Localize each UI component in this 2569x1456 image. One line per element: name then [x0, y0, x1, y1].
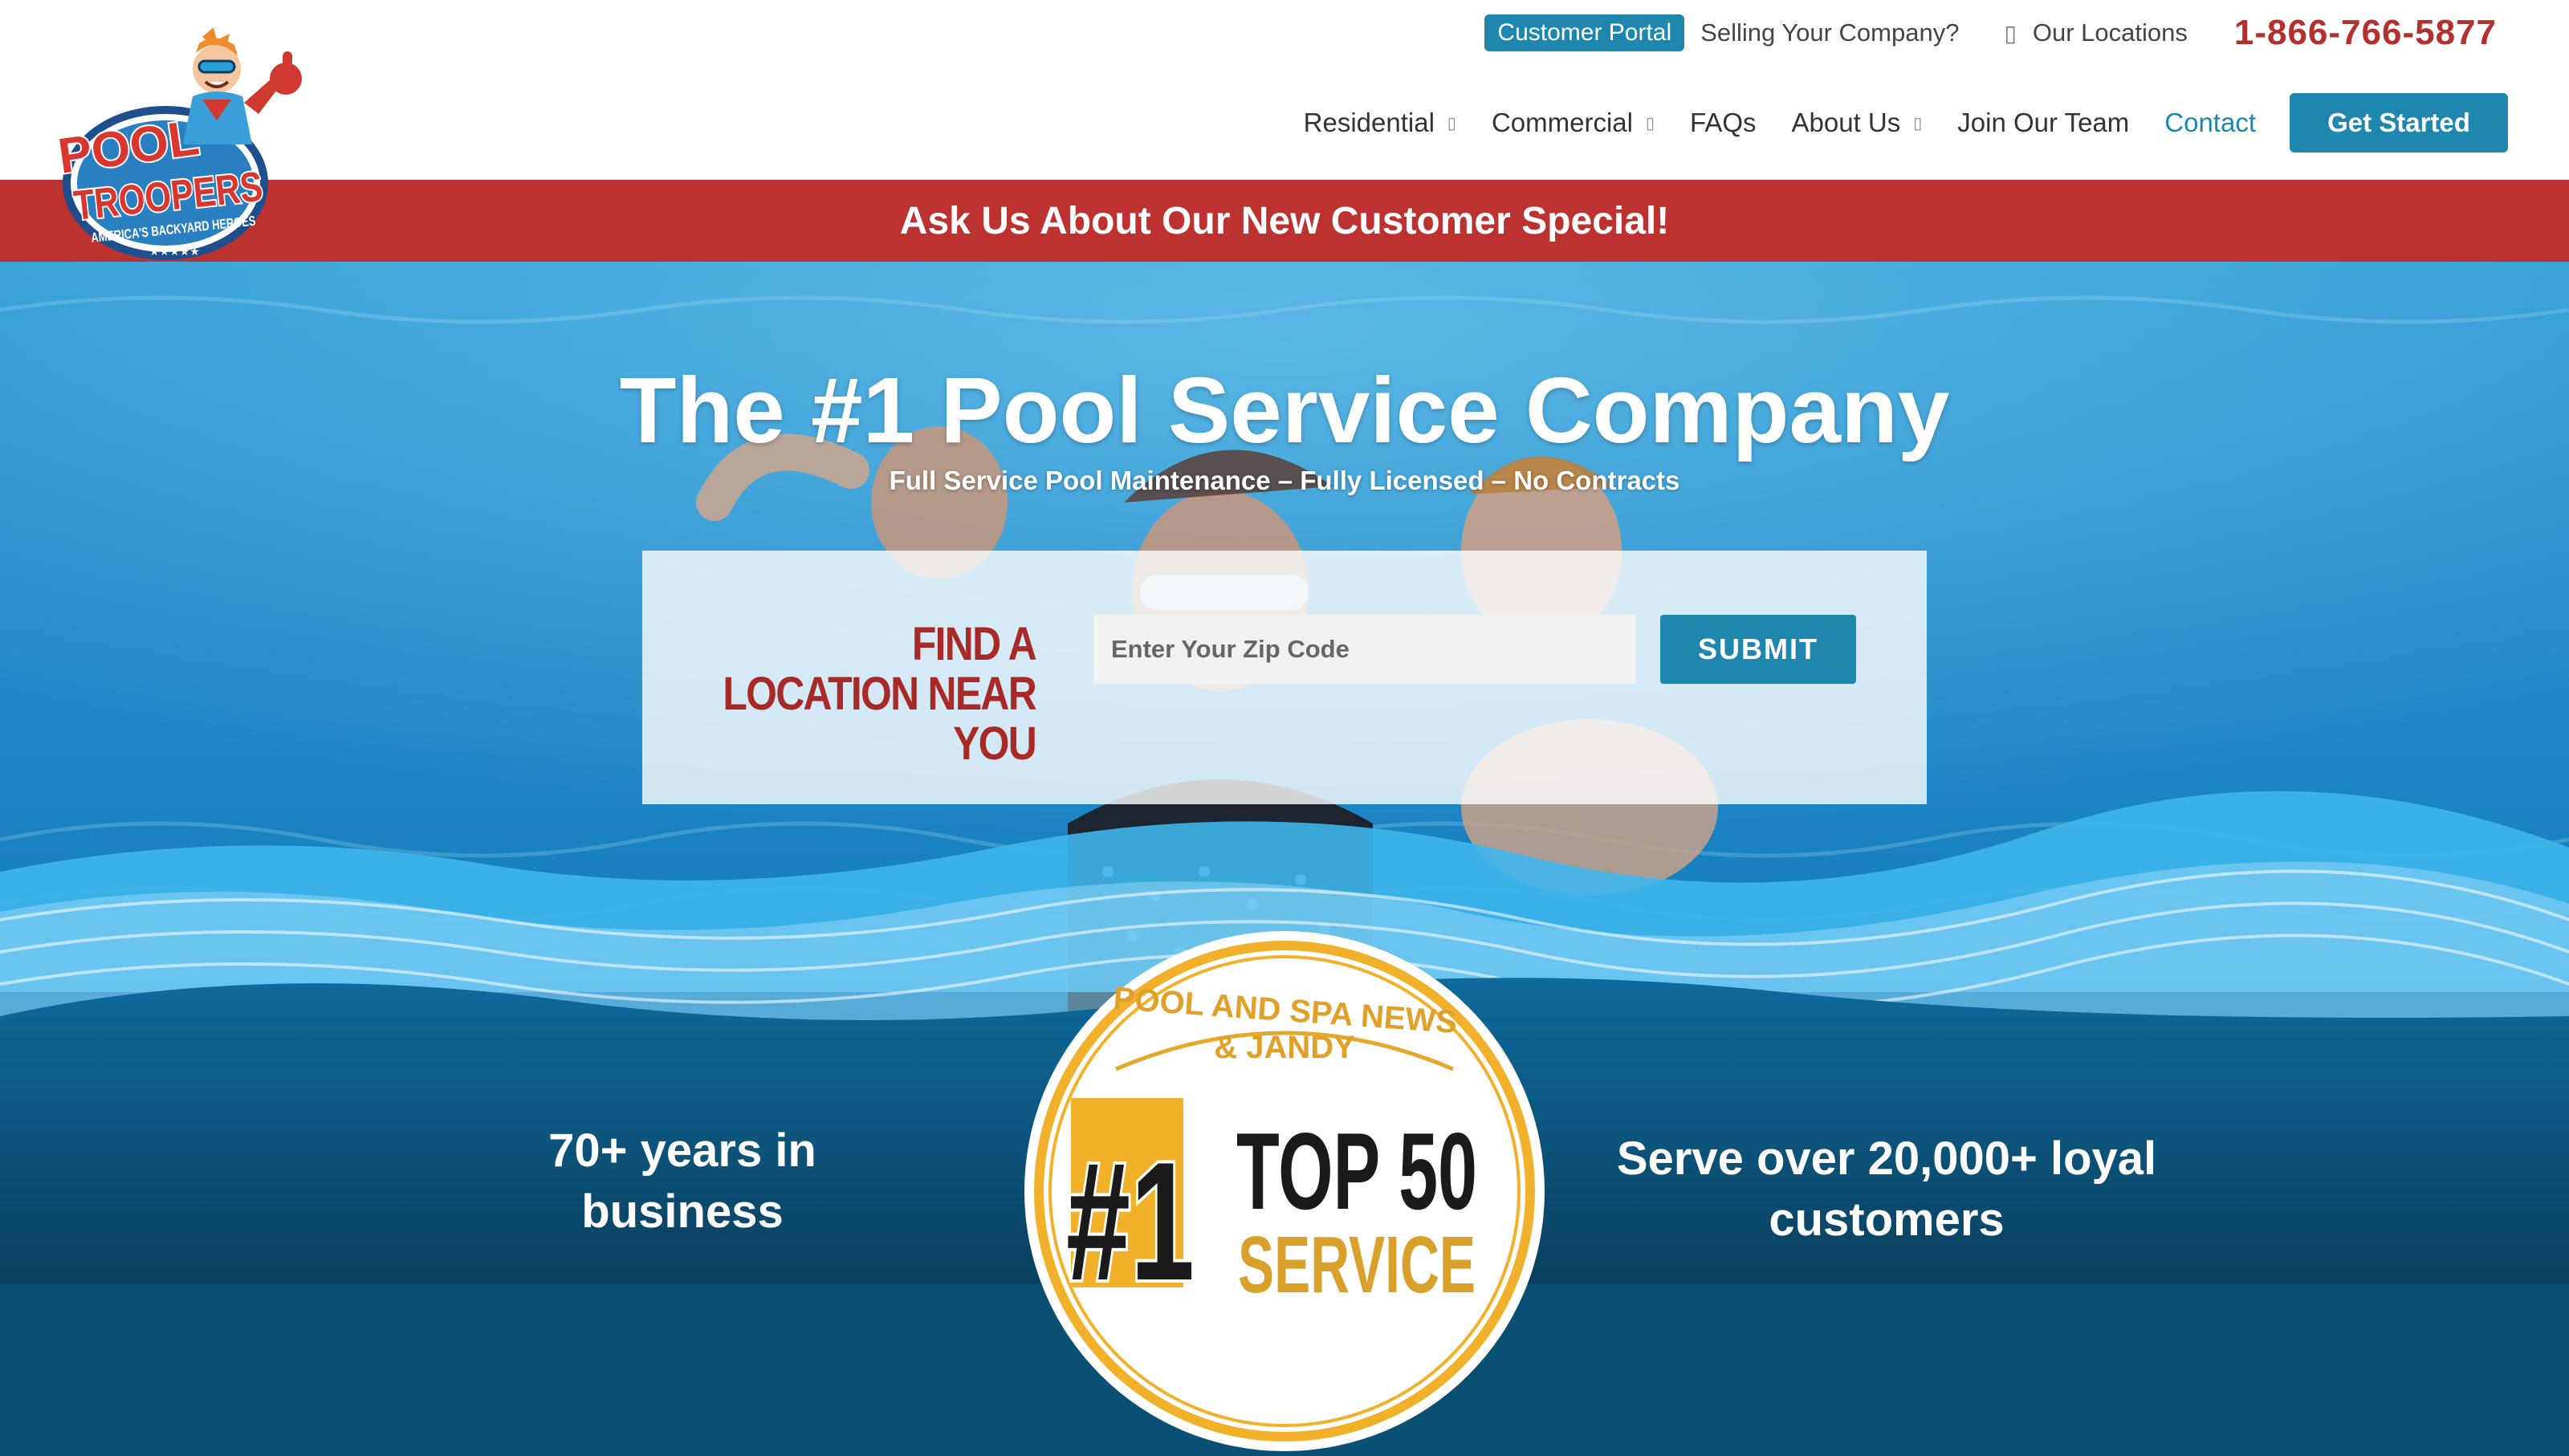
- nav-item-contact[interactable]: Contact: [2164, 108, 2256, 138]
- our-locations-link[interactable]: ▯ Our Locations: [2004, 18, 2187, 47]
- phone-number-link[interactable]: 1-866-766-5877: [2234, 13, 2497, 53]
- badge-main: TOP 50: [1236, 1110, 1477, 1232]
- our-locations-label: Our Locations: [2032, 18, 2188, 47]
- nav-faqs-label: FAQs: [1689, 108, 1757, 137]
- top-50-award-badge: POOL AND SPA NEWS & JANDY #1 TOP 50 SERV…: [1024, 931, 1545, 1451]
- main-navigation: Residential ▯ Commercial ▯ FAQs About Us…: [1304, 93, 2508, 153]
- nav-residential-label: Residential: [1303, 108, 1435, 137]
- location-icon: ▯: [2004, 20, 2017, 46]
- stat-years-in-business: 70+ years in business: [548, 1125, 816, 1238]
- selling-company-link[interactable]: Selling Your Company?: [1700, 18, 1959, 47]
- site-header: Customer Portal Selling Your Company? ▯ …: [0, 0, 2569, 180]
- nav-item-about-us[interactable]: About Us ▯: [1792, 108, 1923, 138]
- badge-line2: & JANDY: [1214, 1030, 1355, 1065]
- nav-contact-label: Contact: [2164, 108, 2256, 137]
- nav-item-commercial[interactable]: Commercial ▯: [1492, 108, 1655, 138]
- badge-sub: SERVICE: [1238, 1220, 1476, 1310]
- promo-text: Ask Us About Our New Customer Special!: [899, 199, 1670, 242]
- nav-commercial-label: Commercial: [1491, 108, 1633, 137]
- submit-button[interactable]: SUBMIT: [1660, 615, 1856, 684]
- utility-bar: Customer Portal Selling Your Company? ▯ …: [1484, 11, 2497, 55]
- chevron-down-icon: ▯: [1645, 114, 1655, 132]
- customer-portal-button[interactable]: Customer Portal: [1484, 14, 1685, 51]
- chevron-down-icon: ▯: [1447, 114, 1456, 132]
- zip-code-input[interactable]: [1093, 615, 1636, 684]
- nav-item-residential[interactable]: Residential ▯: [1304, 108, 1456, 138]
- location-finder-panel: FIND A LOCATION NEAR YOU SUBMIT: [642, 551, 1927, 804]
- get-started-button[interactable]: Get Started: [2290, 93, 2508, 153]
- chevron-down-icon: ▯: [1913, 114, 1923, 132]
- hero-subtitle: Full Service Pool Maintenance – Fully Li…: [889, 466, 1680, 495]
- promo-banner[interactable]: Ask Us About Our New Customer Special!: [0, 180, 2569, 262]
- nav-about-label: About Us: [1791, 108, 1901, 137]
- svg-text:★★★★★: ★★★★★: [149, 245, 200, 258]
- nav-item-faqs[interactable]: FAQs: [1690, 108, 1757, 138]
- nav-item-join-our-team[interactable]: Join Our Team: [1957, 108, 2129, 138]
- nav-join-label: Join Our Team: [1957, 108, 2130, 137]
- pool-troopers-logo[interactable]: POOL TROOPERS AMERICA'S BACKYARD HEROES …: [45, 22, 334, 263]
- badge-rank: #1: [1066, 1127, 1195, 1316]
- stat-loyal-customers: Serve over 20,000+ loyal customers: [1616, 1133, 2157, 1246]
- hero-title: The #1 Pool Service Company: [619, 358, 1950, 462]
- finder-heading: FIND A LOCATION NEAR YOU: [723, 618, 1036, 770]
- mascot-icon: [183, 27, 302, 144]
